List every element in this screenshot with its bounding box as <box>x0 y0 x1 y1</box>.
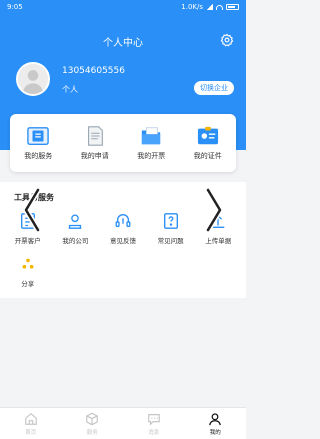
network-speed: 1.0K/s <box>181 3 203 11</box>
tab-service[interactable]: 服务 <box>62 408 124 439</box>
gear-icon[interactable] <box>220 33 234 47</box>
quick-action-my-invoice[interactable]: 我的开票 <box>125 125 177 161</box>
tool-label: 常见问题 <box>157 237 184 245</box>
tool-feedback[interactable]: 意见反馈 <box>99 212 147 245</box>
tab-label: 我的 <box>209 429 221 436</box>
application-icon <box>87 126 103 146</box>
share-icon <box>22 258 34 269</box>
phone-number: 13054605556 <box>62 66 125 76</box>
quick-action-label: 我的申请 <box>80 152 109 160</box>
invoice-folder-icon <box>142 127 161 145</box>
id-card-icon <box>197 126 218 145</box>
tool-label: 开票客户 <box>14 237 41 245</box>
box-icon <box>86 412 99 425</box>
tool-label: 上传单据 <box>205 237 232 245</box>
page-title: 个人中心 <box>103 38 143 49</box>
battery-icon <box>226 4 239 10</box>
home-icon <box>24 412 37 425</box>
tab-mine[interactable]: 我的 <box>185 408 247 439</box>
wifi-icon <box>216 4 223 10</box>
tool-faq[interactable]: 常见问题 <box>147 212 195 245</box>
status-indicators: 1.0K/s <box>181 3 239 11</box>
tool-label: 意见反馈 <box>109 237 136 245</box>
quick-action-label: 我的服务 <box>24 152 53 160</box>
feedback-icon <box>115 214 131 228</box>
status-bar: 9:05 1.0K/s <box>0 0 246 14</box>
status-time: 9:05 <box>7 3 23 11</box>
message-icon <box>147 413 160 426</box>
tool-label: 分享 <box>21 280 35 288</box>
tool-label: 我的公司 <box>62 237 89 245</box>
company-icon <box>69 214 82 229</box>
faq-icon <box>163 213 178 229</box>
avatar[interactable] <box>16 62 50 96</box>
switch-enterprise-button[interactable]: 切换企业 <box>194 81 234 95</box>
tool-my-company[interactable]: 我的公司 <box>52 212 100 245</box>
account-role: 个人 <box>62 85 78 94</box>
quick-action-label: 我的开票 <box>137 152 166 160</box>
quick-action-my-application[interactable]: 我的申请 <box>69 125 121 161</box>
tab-label: 首页 <box>25 429 37 436</box>
chevron-right-icon[interactable] <box>204 188 224 232</box>
user-icon <box>209 412 222 425</box>
quick-action-my-service[interactable]: 我的服务 <box>12 125 64 161</box>
tab-message[interactable]: 消息 <box>123 408 185 439</box>
bottom-tab-bar: 首页 服务 消息 我的 <box>0 407 246 439</box>
tab-label: 消息 <box>148 429 160 436</box>
quick-action-my-certificate[interactable]: 我的证件 <box>182 125 234 161</box>
quick-actions-card: 我的服务 我的申请 我的开票 我的证件 <box>10 114 236 172</box>
signal-icon <box>206 4 213 10</box>
tab-label: 服务 <box>86 429 98 436</box>
chevron-left-icon[interactable] <box>22 188 42 232</box>
tab-home[interactable]: 首页 <box>0 408 62 439</box>
tool-share[interactable]: 分享 <box>4 255 52 288</box>
service-icon <box>27 127 50 145</box>
quick-action-label: 我的证件 <box>193 152 222 160</box>
